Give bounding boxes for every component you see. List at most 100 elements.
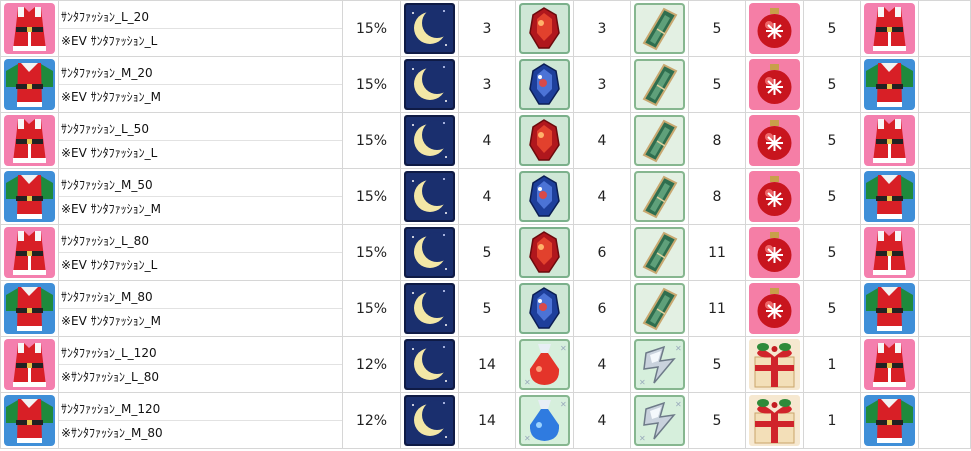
- material-icon-cell: [630, 0, 689, 57]
- empty-cell: [918, 112, 971, 169]
- material-quantity: 4: [573, 336, 631, 393]
- material-quantity: 6: [573, 224, 631, 281]
- material-quantity: 5: [688, 56, 746, 113]
- material-quantity: 5: [803, 0, 861, 57]
- material-quantity: 5: [688, 336, 746, 393]
- result-outfit-cell: [860, 224, 919, 281]
- green-card-icon: [634, 59, 685, 110]
- green-card-icon: [634, 171, 685, 222]
- green-card-icon: [634, 3, 685, 54]
- material-icon-cell: [400, 112, 459, 169]
- outfit-cell: [0, 392, 59, 449]
- ornament-icon: [749, 3, 800, 54]
- result-outfit-cell: [860, 0, 919, 57]
- material-icon-cell: [630, 224, 689, 281]
- success-rate: 15%: [342, 280, 401, 337]
- material-icon-cell: [745, 392, 804, 449]
- material-icon-cell: [630, 112, 689, 169]
- material-icon-cell: [745, 0, 804, 57]
- success-rate: 12%: [342, 336, 401, 393]
- outfit-cell: [0, 168, 59, 225]
- material-quantity: 5: [803, 224, 861, 281]
- item-name-cell: ｻﾝﾀﾌｧｯｼｮﾝ_L_120 ※ｻﾝﾀﾌｧｯｼｮﾝ_L_80: [58, 336, 343, 393]
- material-quantity: 3: [573, 56, 631, 113]
- red-gem-icon: [519, 227, 570, 278]
- material-quantity: 4: [573, 168, 631, 225]
- item-source: ※ｻﾝﾀﾌｧｯｼｮﾝ_L_80: [61, 369, 160, 384]
- santa-m-icon: [864, 171, 915, 222]
- success-rate: 12%: [342, 392, 401, 449]
- table-row: ｻﾝﾀﾌｧｯｼｮﾝ_M_50 ※EV ｻﾝﾀﾌｧｯｼｮﾝ_M 15% 4 4 8: [0, 168, 971, 225]
- santa-l-icon: [864, 3, 915, 54]
- material-icon-cell: [400, 392, 459, 449]
- material-quantity: 4: [458, 112, 516, 169]
- silver-shard-icon: ✕ ✕: [634, 339, 685, 390]
- table-row: ｻﾝﾀﾌｧｯｼｮﾝ_M_80 ※EV ｻﾝﾀﾌｧｯｼｮﾝ_M 15% 5 6 11: [0, 280, 971, 337]
- material-quantity: 3: [458, 56, 516, 113]
- santa-l-icon: [4, 3, 55, 54]
- material-quantity: 5: [458, 280, 516, 337]
- ornament-icon: [749, 227, 800, 278]
- item-name-cell: ｻﾝﾀﾌｧｯｼｮﾝ_L_20 ※EV ｻﾝﾀﾌｧｯｼｮﾝ_L: [58, 0, 343, 57]
- table-row: ｻﾝﾀﾌｧｯｼｮﾝ_L_20 ※EV ｻﾝﾀﾌｧｯｼｮﾝ_L 15% 3 3 5: [0, 0, 971, 57]
- material-quantity: 6: [573, 280, 631, 337]
- item-source: ※EV ｻﾝﾀﾌｧｯｼｮﾝ_M: [61, 201, 162, 216]
- material-icon-cell: ✕ ✕: [630, 336, 689, 393]
- material-quantity: 5: [803, 280, 861, 337]
- red-sack-icon: ✕ ✕: [519, 339, 570, 390]
- table-row: ｻﾝﾀﾌｧｯｼｮﾝ_L_80 ※EV ｻﾝﾀﾌｧｯｼｮﾝ_L 15% 5 6 11: [0, 224, 971, 281]
- empty-cell: [918, 224, 971, 281]
- item-name-cell: ｻﾝﾀﾌｧｯｼｮﾝ_L_50 ※EV ｻﾝﾀﾌｧｯｼｮﾝ_L: [58, 112, 343, 169]
- material-icon-cell: [400, 224, 459, 281]
- material-quantity: 5: [458, 224, 516, 281]
- material-quantity: 5: [688, 0, 746, 57]
- material-icon-cell: [515, 0, 574, 57]
- material-icon-cell: [400, 0, 459, 57]
- recipe-table-body: ｻﾝﾀﾌｧｯｼｮﾝ_L_20 ※EV ｻﾝﾀﾌｧｯｼｮﾝ_L 15% 3 3 5: [0, 0, 971, 449]
- gift-box-icon: [749, 339, 800, 390]
- silver-shard-icon: ✕ ✕: [634, 395, 685, 446]
- outfit-cell: [0, 224, 59, 281]
- red-gem-icon: [519, 3, 570, 54]
- moon-icon: [404, 395, 455, 446]
- result-outfit-cell: [860, 56, 919, 113]
- material-quantity: 8: [688, 112, 746, 169]
- svg-text:✕: ✕: [524, 378, 531, 387]
- item-source: ※EV ｻﾝﾀﾌｧｯｼｮﾝ_M: [61, 89, 162, 104]
- material-quantity: 5: [803, 168, 861, 225]
- svg-text:✕: ✕: [524, 434, 531, 443]
- table-row: ｻﾝﾀﾌｧｯｼｮﾝ_L_50 ※EV ｻﾝﾀﾌｧｯｼｮﾝ_L 15% 4 4 8: [0, 112, 971, 169]
- green-card-icon: [634, 283, 685, 334]
- gift-box-icon: [749, 395, 800, 446]
- material-quantity: 3: [458, 0, 516, 57]
- outfit-cell: [0, 0, 59, 57]
- green-card-icon: [634, 115, 685, 166]
- item-name-cell: ｻﾝﾀﾌｧｯｼｮﾝ_M_80 ※EV ｻﾝﾀﾌｧｯｼｮﾝ_M: [58, 280, 343, 337]
- santa-m-icon: [864, 283, 915, 334]
- moon-icon: [404, 115, 455, 166]
- moon-icon: [404, 283, 455, 334]
- material-icon-cell: [515, 56, 574, 113]
- item-name: ｻﾝﾀﾌｧｯｼｮﾝ_L_50: [59, 117, 342, 141]
- outfit-cell: [0, 280, 59, 337]
- material-quantity: 14: [458, 336, 516, 393]
- svg-text:✕: ✕: [560, 400, 567, 409]
- material-quantity: 3: [573, 0, 631, 57]
- item-name: ｻﾝﾀﾌｧｯｼｮﾝ_M_120: [59, 397, 342, 421]
- material-quantity: 11: [688, 280, 746, 337]
- material-icon-cell: [515, 168, 574, 225]
- material-icon-cell: [400, 56, 459, 113]
- material-icon-cell: [515, 112, 574, 169]
- item-source: ※EV ｻﾝﾀﾌｧｯｼｮﾝ_L: [61, 257, 158, 272]
- success-rate: 15%: [342, 112, 401, 169]
- material-icon-cell: ✕ ✕: [630, 392, 689, 449]
- material-icon-cell: [630, 56, 689, 113]
- item-name: ｻﾝﾀﾌｧｯｼｮﾝ_M_80: [59, 285, 342, 309]
- outfit-cell: [0, 56, 59, 113]
- material-icon-cell: [400, 336, 459, 393]
- material-icon-cell: [400, 168, 459, 225]
- santa-l-icon: [4, 115, 55, 166]
- blue-sack-icon: ✕ ✕: [519, 395, 570, 446]
- material-quantity: 5: [803, 112, 861, 169]
- material-icon-cell: [745, 224, 804, 281]
